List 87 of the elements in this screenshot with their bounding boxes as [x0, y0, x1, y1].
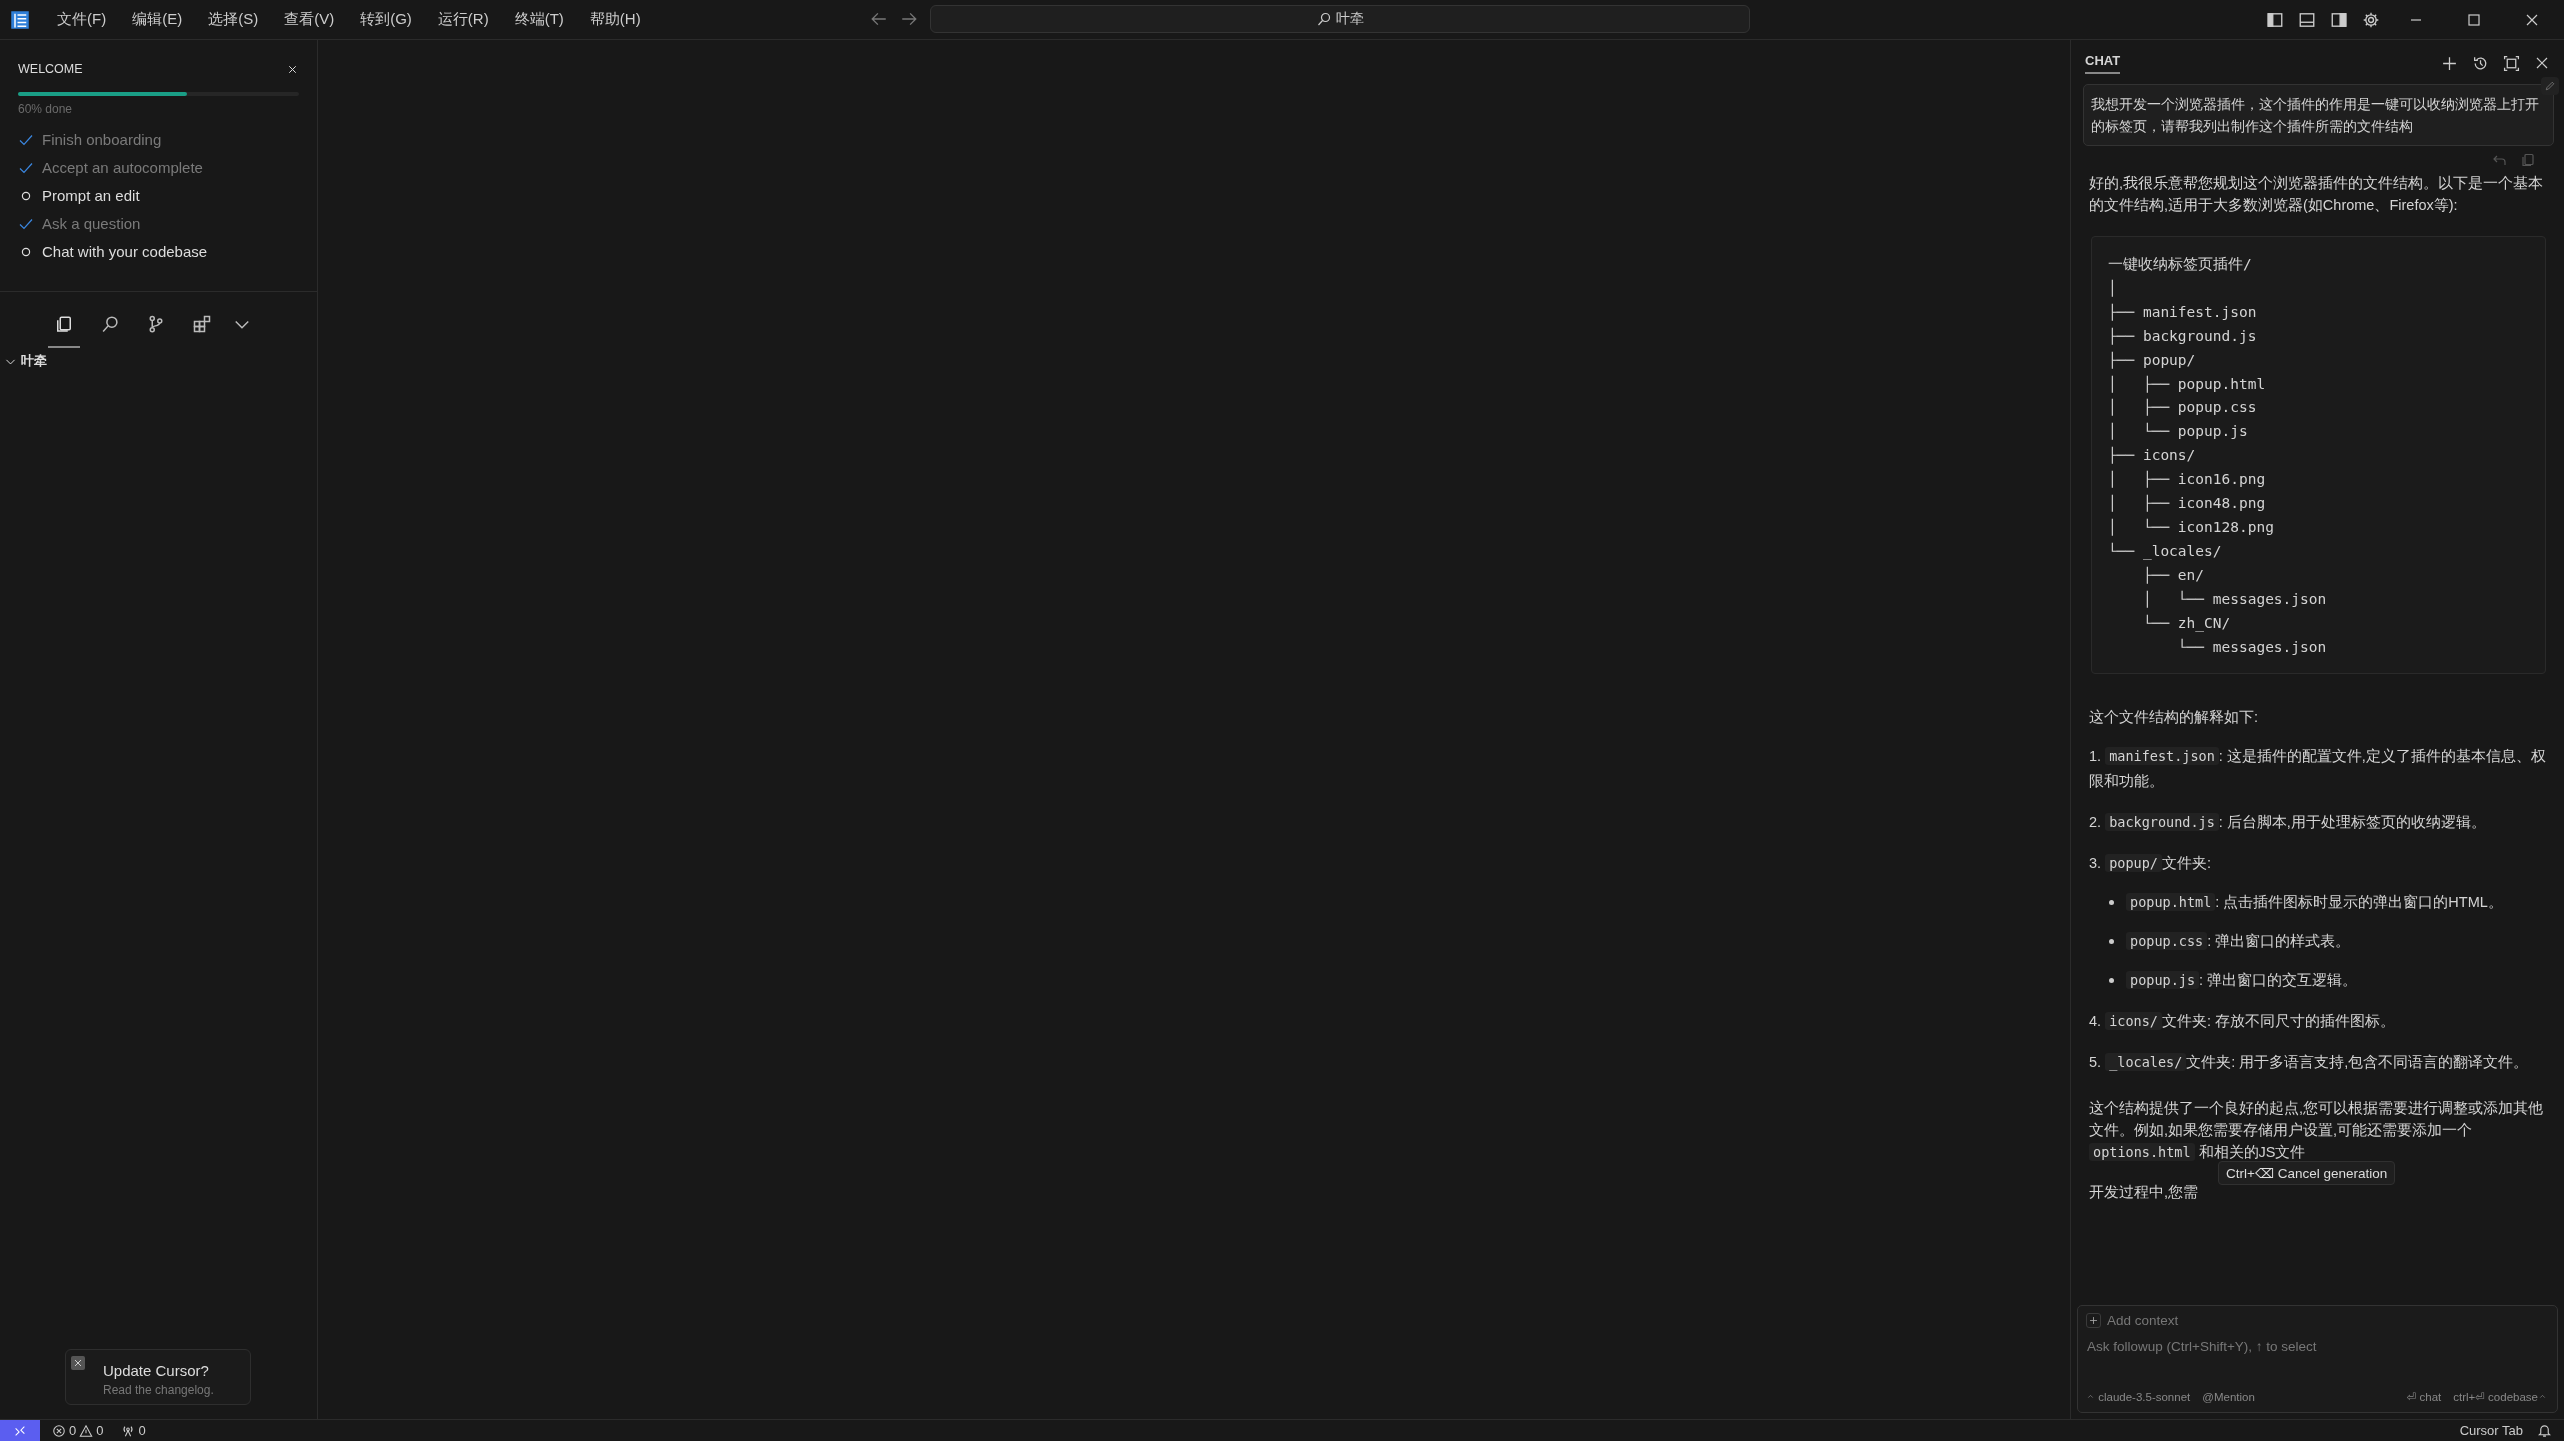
list-item: popup.css : 弹出窗口的样式表。: [2126, 929, 2351, 955]
files-icon: [54, 314, 74, 334]
copy-icon[interactable]: [2520, 152, 2536, 168]
changelog-link[interactable]: Read the changelog.: [103, 1383, 214, 1397]
warning-icon[interactable]: [79, 1423, 94, 1438]
code-line: │ └── icon128.png: [2108, 517, 2275, 538]
blocks-icon: [192, 314, 212, 334]
code-line: ├── popup/: [2108, 350, 2197, 371]
list-item: 5. _locales/ 文件夹: 用于多语言支持,包含不同语言的翻译文件。: [2089, 1052, 2530, 1074]
onboarding-step[interactable]: Accept an autocomplete: [42, 159, 203, 176]
error-count[interactable]: 0: [69, 1423, 77, 1438]
code-line: 一键收纳标签页插件/: [2108, 255, 2253, 274]
code-line: │ ├── icon16.png: [2108, 469, 2267, 490]
folder-name[interactable]: 叶牵: [21, 352, 47, 370]
paragraph: 这个结构提供了一个良好的起点,您可以根据需要进行调整或添加其他文件。例如,如果您需要存储用户设置,可能还需要添加一个 options.html 和相关的JS文件: [2089, 1099, 2545, 1164]
panel-toggle-icon[interactable]: [2298, 10, 2316, 29]
bullet-icon: [2109, 978, 2114, 984]
onboarding-step[interactable]: Ask a question: [42, 215, 141, 232]
plus-icon[interactable]: [2441, 54, 2458, 72]
toast-title: Update Cursor?: [103, 1362, 209, 1379]
menu-item[interactable]: 文件(F): [48, 6, 116, 33]
panel-title: WELCOME: [18, 62, 83, 76]
onboarding-step[interactable]: Prompt an edit: [42, 187, 140, 204]
chat-submit-button[interactable]: ⏎ chat: [2406, 1390, 2442, 1404]
ports-count[interactable]: 0: [138, 1423, 146, 1438]
followup-input[interactable]: Ask followup (Ctrl+Shift+Y), ↑ to select: [2085, 1338, 2545, 1355]
command-center[interactable]: 叶牵: [930, 5, 1750, 33]
remote-button[interactable]: [0, 1419, 40, 1441]
list-item: 4. icons/ 文件夹: 存放不同尺寸的插件图标。: [2089, 1011, 2396, 1033]
onboarding-step[interactable]: Finish onboarding: [42, 131, 162, 148]
warning-count[interactable]: 0: [96, 1423, 104, 1438]
search-icon: [1316, 11, 1332, 27]
caret-up-icon: [2086, 1392, 2095, 1401]
bullet-icon: [2109, 939, 2114, 945]
settings-icon[interactable]: [2362, 10, 2380, 29]
code-line: │ ├── icon48.png: [2108, 493, 2267, 514]
model-selector[interactable]: claude-3.5-sonnet: [2086, 1391, 2191, 1403]
sidebar-toggle-icon[interactable]: [2266, 10, 2284, 29]
list-item: popup.html : 点击插件图标时显示的弹出窗口的HTML。: [2126, 890, 2503, 916]
code-line: │ └── messages.json: [2141, 589, 2328, 610]
code-line: │ ├── popup.css: [2108, 397, 2258, 418]
secondary-sidebar-toggle-icon[interactable]: [2330, 10, 2348, 29]
assistant-message: 好的,我很乐意帮您规划这个浏览器插件的文件结构。以下是一个基本的文件结构,适用于大多数浏览器(如Chrome、Firefox等):: [2089, 174, 2545, 215]
caret-up-icon: [2538, 1392, 2547, 1401]
menu-item[interactable]: 终端(T): [505, 6, 573, 33]
list-item: popup.js : 弹出窗口的交互逻辑。: [2126, 968, 2358, 994]
add-context-button[interactable]: Add context: [2107, 1313, 2179, 1328]
streaming-text: 开发过程中,您需: [2089, 1183, 2200, 1203]
broadcast-icon[interactable]: [121, 1423, 136, 1438]
code-line: ├── background.js: [2108, 326, 2258, 347]
section-heading: 这个文件结构的解释如下:: [2089, 708, 2260, 728]
menu-item[interactable]: 编辑(E): [123, 6, 192, 33]
cursor-tab-status[interactable]: Cursor Tab: [2459, 1423, 2523, 1438]
code-line: └── messages.json: [2176, 637, 2328, 657]
error-icon[interactable]: [52, 1423, 66, 1438]
mention-button[interactable]: @Mention: [2202, 1391, 2255, 1403]
menu-item[interactable]: 帮助(H): [580, 6, 650, 33]
bullet-icon: [2109, 900, 2114, 906]
list-item: 3. popup/ 文件夹:: [2089, 853, 2212, 875]
code-line: ├── icons/: [2108, 445, 2197, 466]
menu-item[interactable]: 运行(R): [428, 6, 498, 33]
back-arrow-icon[interactable]: [870, 10, 888, 28]
expand-icon[interactable]: [2503, 54, 2520, 72]
code-line: ├── manifest.json: [2108, 302, 2258, 323]
code-line: ├── en/: [2141, 565, 2206, 586]
bell-icon[interactable]: [2537, 1423, 2552, 1438]
menu-item[interactable]: 查看(V): [275, 6, 344, 33]
code-line: └── _locales/: [2108, 541, 2223, 562]
history-icon[interactable]: [2472, 54, 2489, 72]
app-logo-icon: [10, 9, 30, 30]
search-icon: [100, 314, 120, 334]
list-item: 1. manifest.json : 这是插件的配置文件,定义了插件的基本信息、权限和功能。: [2089, 746, 2547, 792]
code-line: │: [2108, 278, 2118, 299]
menu-item[interactable]: 选择(S): [199, 6, 268, 33]
forward-arrow-icon[interactable]: [900, 10, 918, 28]
cancel-tooltip: Ctrl+⌫ Cancel generation: [2218, 1161, 2396, 1186]
code-line: │ ├── popup.html: [2108, 374, 2267, 395]
code-line: └── zh_CN/: [2141, 613, 2232, 634]
menu-item[interactable]: 转到(G): [351, 6, 421, 33]
onboarding-step[interactable]: Chat with your codebase: [42, 243, 208, 260]
maximize-icon[interactable]: [2466, 11, 2482, 28]
code-line: │ └── popup.js: [2108, 421, 2249, 442]
list-item: 2. background.js : 后台脚本,用于处理标签页的收纳逻辑。: [2089, 812, 2487, 834]
progress-label: 60% done: [18, 102, 74, 116]
chat-tab[interactable]: CHAT: [2085, 52, 2121, 74]
plus-icon[interactable]: [2088, 1315, 2099, 1326]
codebase-submit-button[interactable]: ctrl+⏎ codebase: [2453, 1390, 2547, 1404]
